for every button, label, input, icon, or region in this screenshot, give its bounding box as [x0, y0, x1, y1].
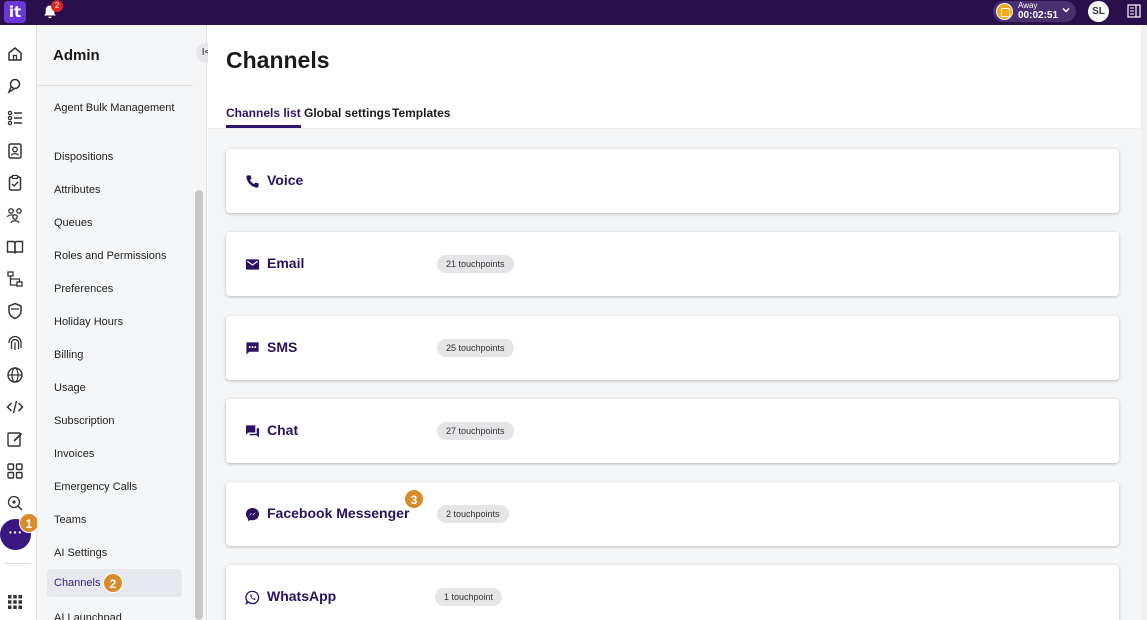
channel-card-sms[interactable]: SMS 25 touchpoints	[226, 316, 1119, 380]
grid-icon[interactable]	[6, 462, 24, 480]
channel-card-voice[interactable]: Voice	[226, 149, 1119, 213]
sidebar-title: Admin	[53, 47, 100, 64]
book-icon[interactable]	[6, 238, 24, 256]
chevron-down-icon	[1062, 7, 1070, 13]
conversations-icon[interactable]	[6, 77, 24, 95]
status-selector[interactable]: Away 00:02:51	[993, 1, 1076, 22]
whatsapp-icon	[245, 590, 260, 605]
sidebar-item-attributes[interactable]: Attributes	[47, 178, 182, 202]
main-scrollbar[interactable]	[1141, 25, 1147, 620]
channel-card-whatsapp[interactable]: WhatsApp 1 touchpoint	[226, 565, 1119, 620]
code-icon[interactable]	[6, 398, 24, 416]
notification-badge: 2	[51, 0, 63, 12]
status-timer: 00:02:51	[1018, 10, 1059, 21]
icon-rail: ··· 1	[0, 25, 39, 620]
touchpoints-badge: 2 touchpoints	[437, 505, 509, 523]
sidebar-item-usage[interactable]: Usage	[47, 376, 182, 400]
sidebar-item-invoices[interactable]: Invoices	[47, 442, 182, 466]
step-marker-3: 3	[404, 489, 424, 509]
users-icon[interactable]	[6, 206, 24, 224]
app-launcher-icon[interactable]	[6, 593, 24, 611]
sidebar-item-billing[interactable]: Billing	[47, 343, 182, 367]
fingerprint-icon[interactable]	[6, 334, 24, 352]
phone-icon	[246, 175, 259, 188]
status-label: Away	[1018, 1, 1038, 10]
email-icon	[245, 259, 260, 270]
channel-card-email[interactable]: Email 21 touchpoints	[226, 232, 1119, 296]
page-title: Channels	[226, 47, 330, 73]
channel-card-chat[interactable]: Chat 27 touchpoints	[226, 399, 1119, 463]
tab-channels-list[interactable]: Channels list	[226, 106, 301, 128]
top-bar: it 2 Away 00:02:51 SL	[0, 0, 1147, 25]
flow-icon[interactable]	[6, 270, 24, 288]
sidebar-item-teams[interactable]: Teams	[47, 508, 182, 532]
main-content: Channels Channels list Global settings T…	[208, 25, 1147, 620]
clipboard-icon[interactable]	[6, 174, 24, 192]
chat-icon	[245, 425, 260, 438]
shield-icon[interactable]	[6, 302, 24, 320]
channel-name: Chat	[267, 422, 299, 438]
channel-card-facebook-messenger[interactable]: Facebook Messenger 2 touchpoints 3	[226, 482, 1119, 546]
touchpoints-badge: 27 touchpoints	[437, 422, 514, 440]
sidebar-scrollbar[interactable]	[195, 190, 203, 620]
sidebar-item-roles-and-permissions[interactable]: Roles and Permissions	[47, 244, 182, 268]
edit-icon[interactable]	[6, 430, 24, 448]
sms-icon	[246, 342, 259, 355]
channel-name: Voice	[267, 172, 304, 188]
channel-name: Email	[267, 255, 305, 271]
app-logo[interactable]: it	[4, 1, 26, 23]
sidebar-item-ai-settings[interactable]: AI Settings	[47, 541, 182, 565]
away-status-icon	[996, 3, 1013, 20]
sidebar-item-subscription[interactable]: Subscription	[47, 409, 182, 433]
page-header: Channels Channels list Global settings T…	[208, 25, 1147, 129]
side-panel-icon[interactable]	[1127, 4, 1141, 18]
contacts-icon[interactable]	[6, 142, 24, 160]
tab-templates[interactable]: Templates	[392, 106, 450, 128]
step-marker-2: 2	[103, 573, 123, 593]
tab-global-settings[interactable]: Global settings	[304, 106, 391, 128]
touchpoints-badge: 1 touchpoint	[435, 588, 503, 606]
touchpoints-badge: 25 touchpoints	[437, 339, 514, 357]
sidebar-item-dispositions[interactable]: Dispositions	[47, 145, 182, 169]
step-marker-1: 1	[19, 513, 39, 533]
sidebar-item-preferences[interactable]: Preferences	[47, 277, 182, 301]
channel-name: WhatsApp	[267, 588, 337, 604]
admin-sidebar: Admin I< Agent Bulk Management Dispositi…	[37, 25, 216, 620]
globe-icon[interactable]	[6, 366, 24, 384]
sidebar-item-label: Channels	[54, 577, 101, 589]
ai-icon[interactable]	[6, 494, 24, 512]
avatar[interactable]: SL	[1088, 1, 1109, 22]
list-icon[interactable]	[6, 109, 24, 127]
sidebar-item-agent-bulk-management[interactable]: Agent Bulk Management	[47, 96, 182, 120]
home-icon[interactable]	[6, 45, 24, 63]
touchpoints-badge: 21 touchpoints	[437, 255, 514, 273]
channel-name: Facebook Messenger	[267, 505, 410, 521]
channel-name: SMS	[267, 339, 298, 355]
messenger-icon	[245, 507, 260, 522]
sidebar-item-ai-launchpad[interactable]: AI Launchpad	[47, 606, 182, 620]
sidebar-item-holiday-hours[interactable]: Holiday Hours	[47, 310, 182, 334]
sidebar-item-emergency-calls[interactable]: Emergency Calls	[47, 475, 182, 499]
rail-divider	[4, 563, 30, 564]
sidebar-divider	[37, 85, 193, 86]
sidebar-item-queues[interactable]: Queues	[47, 211, 182, 235]
